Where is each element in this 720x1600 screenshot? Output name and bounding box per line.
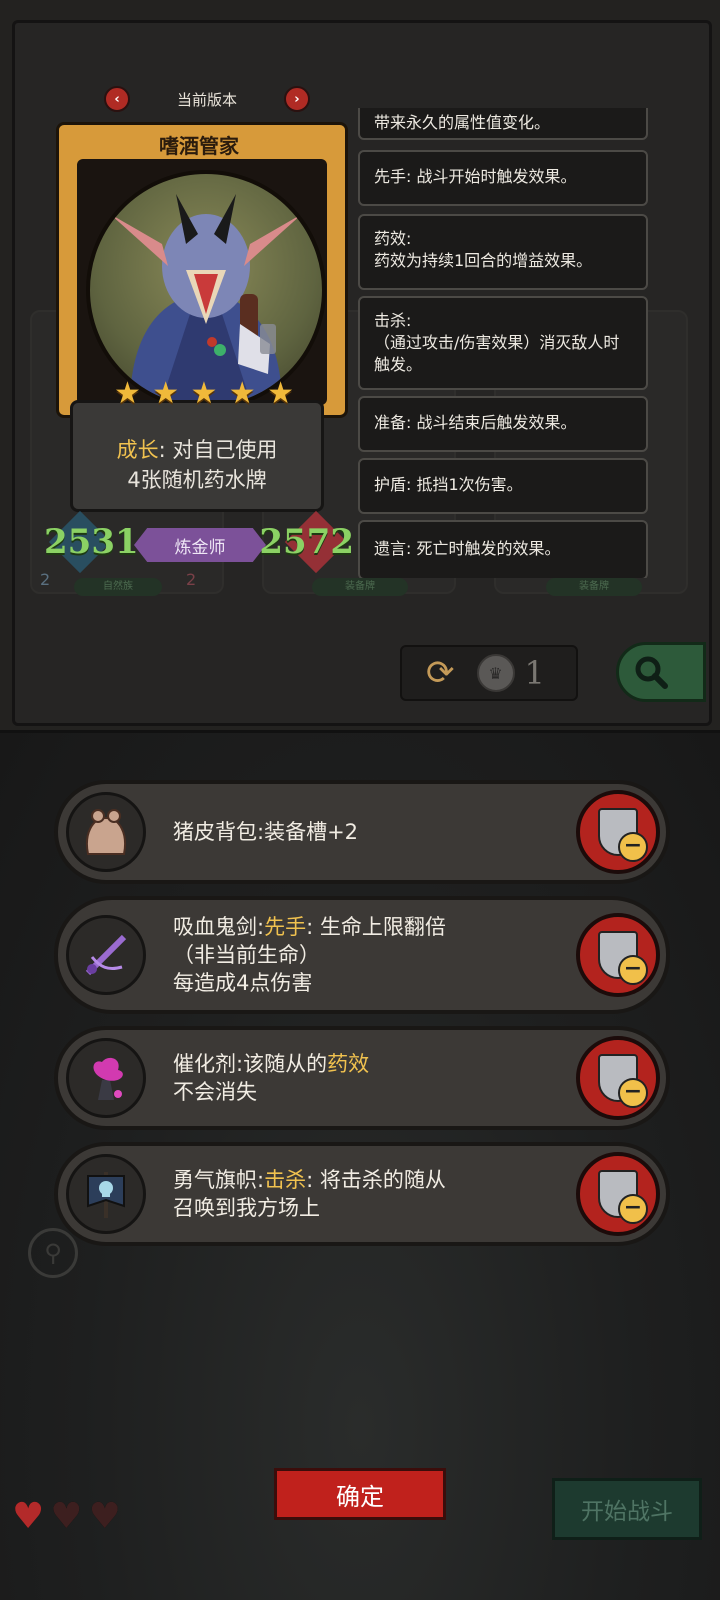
equipment-keyword: 药效 (327, 1052, 370, 1076)
keyword-text: 带来永久的属性值变化。 (374, 113, 551, 132)
star-icon: ★ (114, 376, 141, 411)
unequip-button[interactable]: − (576, 790, 660, 874)
equipment-effect: 装备槽+2 (264, 820, 359, 844)
coin-icon: ♛ (476, 654, 515, 692)
minus-icon: − (618, 1194, 648, 1224)
equipment-effect: : 将击杀的随从 (306, 1168, 446, 1192)
attack-value: 2531 (44, 522, 139, 562)
equipment-keyword: 先手 (264, 915, 307, 939)
ability-line-2: 4张随机药水牌 (127, 468, 267, 492)
keyword-tooltip: 带来永久的属性值变化。 (358, 108, 648, 140)
equipment-effect: 该随从的 (243, 1052, 328, 1076)
star-icon: ★ (190, 376, 218, 411)
equipment-effect-line-2: （非当前生命） (173, 943, 320, 967)
hero-detail-panel: 2 自然族 2 装备牌 装备牌 ‹ 当前版本 › 嗜酒管家 ★ ★ ★ ★ ★ … (0, 0, 720, 733)
equipment-name: 猪皮背包 (173, 820, 257, 844)
star-icon: ★ (267, 376, 294, 411)
star-icon: ★ (152, 376, 180, 411)
hero-ability-description: 成长: 对自己使用 4张随机药水牌 (70, 400, 324, 512)
search-button[interactable] (616, 642, 706, 702)
health-value: 2572 (259, 522, 354, 562)
equipment-description: 催化剂:该随从的药效 不会消失 (173, 1030, 566, 1126)
equipment-name: 催化剂 (173, 1052, 236, 1076)
refresh-shop-button[interactable]: ⟳ ♛ 1 (400, 645, 578, 701)
equipment-item[interactable]: 催化剂:该随从的药效 不会消失 − (54, 1026, 670, 1130)
chevron-left-icon: ‹ (114, 91, 120, 107)
keyword-text: 遗言: 死亡时触发的效果。 (374, 539, 561, 558)
ability-separator: : (158, 438, 166, 462)
keyword-tooltip: 击杀: （通过攻击/伤害效果）消灭敌人时触发。 (358, 296, 648, 390)
equipment-name: 吸血鬼剑 (173, 915, 257, 939)
background-tag-right: 装备牌 (546, 578, 642, 596)
keyword-text: 护盾: 抵挡1次伤害。 (374, 475, 523, 494)
equipment-description: 吸血鬼剑:先手: 生命上限翻倍 （非当前生命） 每造成4点伤害 (173, 900, 566, 1010)
keyword-tooltip: 遗言: 死亡时触发的效果。 (358, 520, 648, 578)
refresh-count: 1 (524, 654, 545, 692)
minus-icon: − (618, 832, 648, 862)
keyword-text: 先手: 战斗开始时触发效果。 (374, 167, 577, 186)
board-search-icon: ⚲ (28, 1228, 78, 1278)
hero-card: 嗜酒管家 ★ ★ ★ ★ ★ 成长: 对自己使用 4张随机药水牌 2531 炼金… (44, 122, 354, 574)
background-tag-left: 自然族 (74, 578, 162, 596)
keyword-text: （通过攻击/伤害效果）消灭敌人时触发。 (374, 333, 620, 374)
refresh-icon: ⟳ (426, 653, 455, 693)
keyword-tooltip-list[interactable]: 带来永久的属性值变化。 先手: 战斗开始时触发效果。 药效: 药效为持续1回合的… (358, 108, 654, 578)
keyword-tooltip: 药效: 药效为持续1回合的增益效果。 (358, 214, 648, 290)
keyword-text: 药效为持续1回合的增益效果。 (374, 251, 593, 270)
equipment-effect-line-2: 召唤到我方场上 (173, 1196, 320, 1220)
keyword-tooltip: 先手: 战斗开始时触发效果。 (358, 150, 648, 206)
prev-version-button[interactable]: ‹ (104, 86, 130, 112)
keyword-tooltip: 护盾: 抵挡1次伤害。 (358, 458, 648, 514)
version-label: 当前版本 (176, 90, 237, 109)
vampire-sword-icon (66, 915, 146, 995)
confirm-button[interactable]: 确定 (274, 1468, 446, 1520)
unequip-button[interactable]: − (576, 913, 660, 997)
pig-backpack-icon (66, 792, 146, 872)
equipment-keyword: 击杀 (264, 1168, 307, 1192)
next-version-button[interactable]: › (283, 86, 310, 112)
unequip-button[interactable]: − (576, 1152, 660, 1236)
keyword-title: 击杀: (374, 311, 412, 330)
courage-banner-icon (66, 1154, 146, 1234)
equipment-description: 勇气旗帜:击杀: 将击杀的随从 召唤到我方场上 (173, 1146, 566, 1242)
start-battle-button[interactable]: 开始战斗 (552, 1478, 702, 1540)
hero-name: 嗜酒管家 (159, 134, 239, 158)
heart-icon: ♥ (88, 1496, 121, 1537)
equipment-effect-line-3: 每造成4点伤害 (173, 971, 313, 995)
star-rating: ★ ★ ★ ★ ★ (114, 376, 294, 411)
equipment-description: 猪皮背包:装备槽+2 (173, 784, 566, 880)
equipment-item[interactable]: 猪皮背包:装备槽+2 − (54, 780, 670, 884)
heart-icon: ♥ (50, 1496, 83, 1537)
keyword-text: 准备: 战斗结束后触发效果。 (374, 413, 577, 432)
keyword-title: 药效: (374, 229, 412, 248)
background-count-1: 2 (40, 570, 51, 589)
class-tag: 炼金师 (134, 528, 266, 562)
equipment-item[interactable]: 勇气旗帜:击杀: 将击杀的随从 召唤到我方场上 − (54, 1142, 670, 1246)
ability-text: 对自己使用 (172, 438, 278, 462)
lives-indicator: ♥ ♥ ♥ (12, 1496, 121, 1537)
ability-line-1: 成长: 对自己使用 (73, 435, 321, 465)
search-icon (635, 656, 668, 689)
chevron-right-icon: › (294, 91, 300, 107)
ability-keyword: 成长 (116, 438, 159, 462)
equipment-item[interactable]: 吸血鬼剑:先手: 生命上限翻倍 （非当前生命） 每造成4点伤害 − (54, 896, 670, 1014)
version-switcher: ‹ 当前版本 › (104, 86, 310, 112)
equipment-effect-line-2: 不会消失 (173, 1080, 257, 1104)
hero-portrait (86, 170, 326, 410)
unequip-button[interactable]: − (576, 1036, 660, 1120)
catalyst-icon (66, 1038, 146, 1118)
star-icon: ★ (228, 376, 256, 411)
equipment-effect: : 生命上限翻倍 (306, 915, 446, 939)
equipment-name: 勇气旗帜 (173, 1168, 257, 1192)
minus-icon: − (618, 955, 648, 985)
heart-icon: ♥ (12, 1496, 45, 1537)
hero-stats: 2531 炼金师 2572 (44, 510, 354, 574)
keyword-tooltip: 准备: 战斗结束后触发效果。 (358, 396, 648, 452)
background-tag-mid: 装备牌 (312, 578, 408, 596)
butler-portrait-image (110, 194, 302, 406)
background-count-2: 2 (186, 570, 197, 589)
minus-icon: − (618, 1078, 648, 1108)
